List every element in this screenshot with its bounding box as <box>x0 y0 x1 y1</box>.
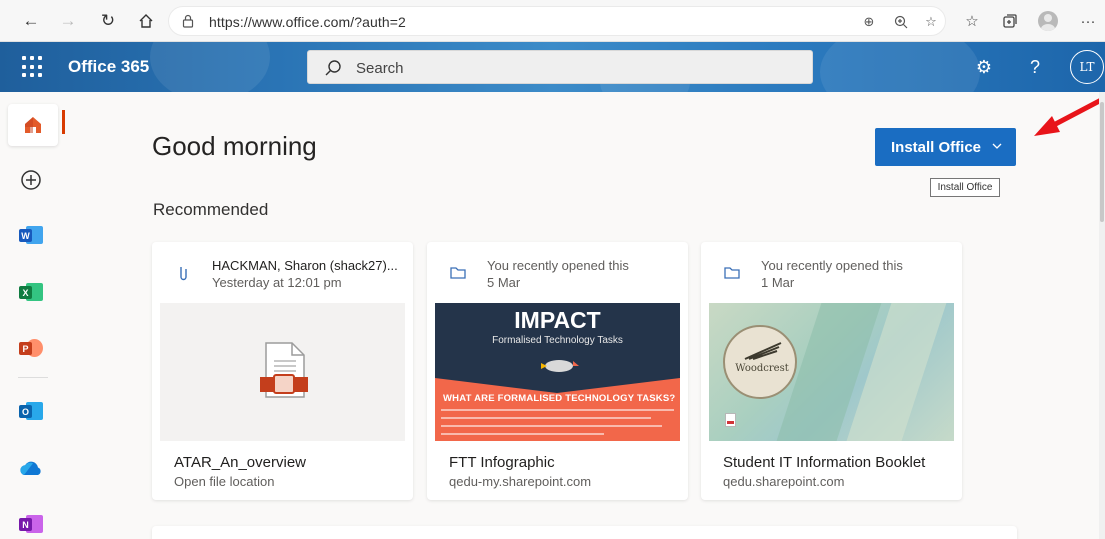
folder-icon <box>724 267 740 279</box>
collections-icon[interactable] <box>998 9 1022 33</box>
annotation-arrow-icon <box>1034 95 1105 136</box>
add-circle-icon[interactable]: ⊕ <box>859 12 879 32</box>
search-input[interactable]: Search <box>307 50 813 84</box>
card-activity-time: Yesterday at 12:01 pm <box>212 275 342 290</box>
chevron-down-icon <box>992 143 1002 149</box>
help-icon[interactable]: ? <box>1023 55 1047 79</box>
school-logo: Woodcrest <box>723 325 797 399</box>
rail-divider <box>18 377 48 378</box>
card-file-name: FTT Infographic <box>449 454 555 471</box>
card-file-location[interactable]: Open file location <box>174 474 274 489</box>
rocket-icon <box>541 360 579 372</box>
card-file-name: Student IT Information Booklet <box>723 454 926 471</box>
page-title: Good morning <box>152 131 317 161</box>
rail-item-onedrive[interactable] <box>14 451 48 485</box>
thumb-heading: IMPACT <box>514 307 601 333</box>
zoom-icon[interactable] <box>891 12 911 32</box>
powerpoint-file-icon <box>260 342 308 398</box>
card-activity-time: 1 Mar <box>761 275 795 290</box>
card-activity-title: You recently opened this <box>761 258 903 273</box>
favorites-list-icon[interactable]: ☆ <box>960 9 984 33</box>
install-office-tooltip: Install Office <box>930 178 1000 197</box>
office-brand[interactable]: Office 365 <box>68 57 149 77</box>
settings-gear-icon[interactable]: ⚙ <box>972 55 996 79</box>
card-file-name: ATAR_An_overview <box>174 454 306 471</box>
refresh-icon[interactable]: ↻ <box>95 8 121 34</box>
recommended-heading: Recommended <box>153 200 269 219</box>
pdf-file-icon <box>725 413 736 427</box>
search-icon <box>325 60 341 76</box>
powerpoint-icon: P <box>19 337 43 359</box>
app-launcher-icon[interactable] <box>22 56 44 78</box>
card-activity-title: HACKMAN, Sharon (shack27)... <box>212 258 398 273</box>
home-icon[interactable] <box>133 8 159 34</box>
next-section-card <box>152 526 1017 539</box>
thumb-question: WHAT ARE FORMALISED TECHNOLOGY TASKS? <box>443 393 676 404</box>
card-thumbnail: IMPACT Formalised Technology Tasks WHAT … <box>435 303 680 441</box>
install-office-label: Install Office <box>891 138 982 156</box>
card-thumbnail <box>160 303 405 441</box>
install-office-button[interactable]: Install Office <box>875 128 1016 166</box>
onenote-icon: N <box>19 513 43 535</box>
card-file-location: qedu.sharepoint.com <box>723 474 845 489</box>
thumb-subheading: Formalised Technology Tasks <box>492 335 623 346</box>
forward-arrow-icon[interactable]: → <box>55 8 81 34</box>
rail-item-onenote[interactable]: N <box>14 507 48 539</box>
office-header: Office 365 Search ⚙ ? LT <box>0 42 1105 92</box>
rail-item-excel[interactable]: X <box>14 275 48 309</box>
profile-icon[interactable] <box>1036 9 1060 33</box>
browser-toolbar: ← → ↻ https://www.office.com/?auth=2 ⊕ ☆… <box>0 0 1105 42</box>
rail-item-home[interactable] <box>8 104 58 146</box>
word-icon: W <box>19 224 43 246</box>
excel-icon: X <box>19 281 43 303</box>
rail-item-powerpoint[interactable]: P <box>14 331 48 365</box>
home-icon <box>25 117 41 133</box>
lock-icon <box>182 14 194 28</box>
card-thumbnail: Woodcrest <box>709 303 954 441</box>
rail-active-indicator <box>62 110 65 134</box>
outlook-icon: O <box>19 400 43 422</box>
recommended-card[interactable]: You recently opened this 1 Mar Woodcrest… <box>701 242 962 500</box>
rail-item-word[interactable]: W <box>14 218 48 252</box>
card-activity-time: 5 Mar <box>487 275 521 290</box>
recommended-card[interactable]: HACKMAN, Sharon (shack27)... Yesterday a… <box>152 242 413 500</box>
address-bar[interactable]: https://www.office.com/?auth=2 ⊕ ☆ <box>168 6 946 36</box>
search-placeholder: Search <box>356 60 404 77</box>
url-text: https://www.office.com/?auth=2 <box>209 14 406 30</box>
rail-item-create[interactable] <box>14 163 48 197</box>
school-logo-text: Woodcrest <box>735 363 789 374</box>
avatar[interactable]: LT <box>1070 50 1104 84</box>
add-circle-icon <box>21 170 41 190</box>
more-options-icon[interactable]: ··· <box>1076 9 1100 33</box>
page-scrollbar[interactable] <box>1099 92 1105 539</box>
onedrive-icon <box>20 461 41 475</box>
rail-item-outlook[interactable]: O <box>14 394 48 428</box>
card-file-location: qedu-my.sharepoint.com <box>449 474 592 489</box>
recommended-card[interactable]: You recently opened this 5 Mar IMPACT Fo… <box>427 242 688 500</box>
back-arrow-icon[interactable]: ← <box>18 8 44 34</box>
folder-icon <box>450 267 466 279</box>
favorite-star-icon[interactable]: ☆ <box>921 12 941 32</box>
attachment-icon <box>180 267 187 281</box>
card-activity-title: You recently opened this <box>487 258 629 273</box>
